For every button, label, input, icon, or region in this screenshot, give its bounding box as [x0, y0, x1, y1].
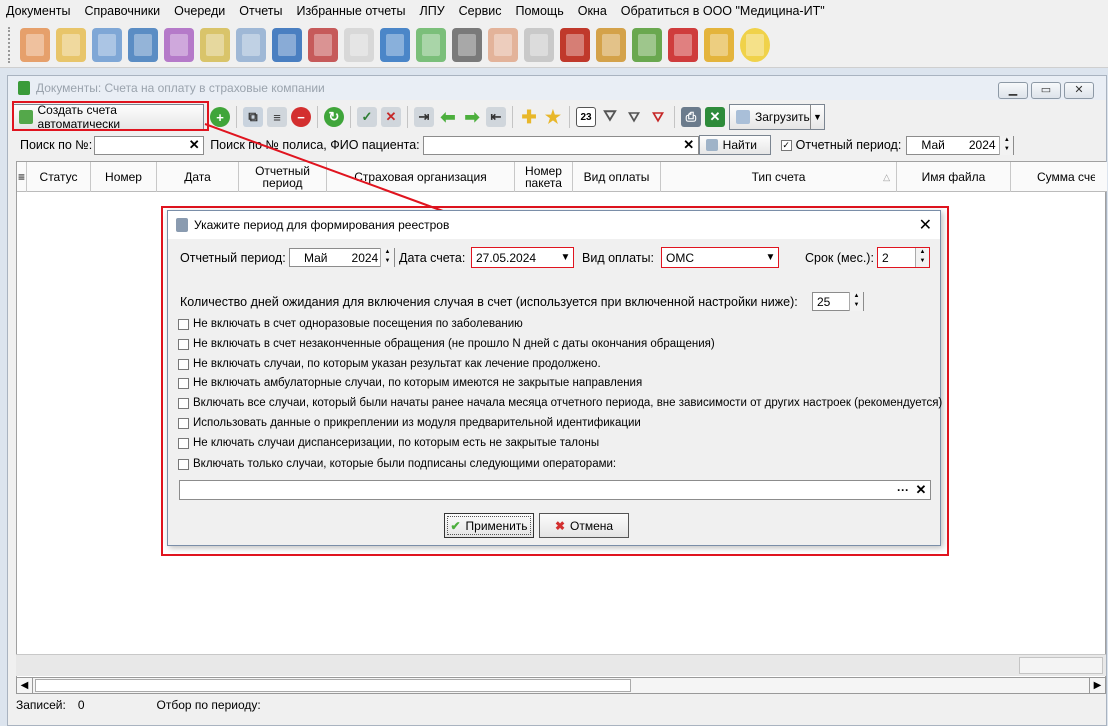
chevron-down-icon[interactable]: ▼ — [558, 252, 573, 263]
checkbox[interactable] — [178, 437, 189, 449]
cancel-label: Отмена — [570, 518, 614, 533]
option-label: Использовать данные о прикреплении из мо… — [193, 417, 641, 429]
option-continued-treatment[interactable]: Не включать случаи, по которым указан ре… — [178, 355, 601, 373]
option-label: Не включать случаи, по которым указан ре… — [193, 358, 601, 370]
wait-days-value: 25 — [817, 294, 831, 309]
dialog-period-month: Май — [304, 250, 328, 265]
dialog-period-spin[interactable]: ▲ ▼ — [380, 248, 394, 267]
checkbox[interactable] — [178, 458, 189, 470]
option-include-earlier-cases[interactable]: Включать все случаи, который были начаты… — [178, 394, 942, 412]
period-dialog: Укажите период для формирования реестров… — [167, 210, 942, 546]
dialog-title: Укажите период для формирования реестров — [194, 218, 450, 232]
wait-days-input[interactable]: 25 ▲ ▼ — [812, 292, 864, 311]
option-label: Включать все случаи, который были начаты… — [193, 397, 943, 409]
option-label: Не включать в счет одноразовые посещения… — [193, 318, 523, 330]
chevron-down-icon[interactable]: ▼ — [763, 252, 778, 263]
dialog-period-label: Отчетный период: — [180, 251, 286, 265]
dialog-period-picker[interactable]: Май 2024 ▲ ▼ — [289, 248, 395, 267]
option-label: Включать только случаи, которые были под… — [193, 458, 617, 470]
checkbox[interactable] — [178, 358, 189, 370]
wait-days-label: Количество дней ожидания для включения с… — [180, 295, 798, 309]
invoice-date-input[interactable]: 27.05.2024 ▼ — [471, 247, 574, 268]
term-label: Срок (мес.): — [805, 251, 874, 265]
dialog-titlebar: Укажите период для формирования реестров… — [168, 211, 940, 239]
close-icon[interactable]: ✕ — [919, 215, 932, 235]
payment-type-select[interactable]: ОМС ▼ — [661, 247, 779, 268]
checkmark-icon: ✔ — [450, 518, 461, 533]
apply-label: Применить — [465, 518, 528, 533]
invoice-date-label: Дата счета: — [399, 251, 466, 265]
option-signed-by-operators[interactable]: Включать только случаи, которые были под… — [178, 455, 616, 473]
operators-input[interactable]: ··· ✕ — [179, 480, 931, 500]
option-attachment-data[interactable]: Использовать данные о прикреплении из мо… — [178, 414, 641, 432]
option-single-visits[interactable]: Не включать в счет одноразовые посещения… — [178, 315, 523, 333]
term-input[interactable]: 2 ▲ ▼ — [877, 247, 930, 268]
option-dispensary-talons[interactable]: Не ключать случаи диспансеризации, по ко… — [178, 434, 599, 452]
option-label: Не включать в счет незаконченные обращен… — [193, 338, 715, 350]
term-value: 2 — [882, 250, 889, 265]
apply-button[interactable]: ✔ Применить — [444, 513, 534, 538]
payment-type-label: Вид оплаты: — [582, 251, 654, 265]
clear-icon[interactable]: ✕ — [913, 482, 929, 498]
checkbox[interactable] — [178, 397, 189, 409]
cancel-button[interactable]: ✖ Отмена — [539, 513, 629, 538]
option-unfinished-cases[interactable]: Не включать в счет незаконченные обращен… — [178, 335, 715, 353]
option-label: Не ключать случаи диспансеризации, по ко… — [193, 437, 600, 449]
option-label: Не включать амбулаторные случаи, по кото… — [193, 377, 643, 389]
checkbox[interactable] — [178, 377, 189, 389]
payment-type-value: ОМС — [666, 250, 694, 265]
invoice-date-value: 27.05.2024 — [476, 250, 537, 265]
term-spin[interactable]: ▲ ▼ — [915, 248, 929, 267]
option-open-referrals[interactable]: Не включать амбулаторные случаи, по кото… — [178, 374, 642, 392]
cancel-icon: ✖ — [554, 518, 565, 533]
checkbox[interactable] — [178, 417, 189, 429]
dialog-period-year: 2024 — [351, 250, 379, 265]
checkbox[interactable] — [178, 338, 189, 350]
more-icon[interactable]: ··· — [897, 483, 909, 497]
wait-days-spin[interactable]: ▲ ▼ — [849, 292, 863, 311]
dialog-app-icon — [176, 218, 188, 232]
checkbox[interactable] — [178, 318, 189, 330]
